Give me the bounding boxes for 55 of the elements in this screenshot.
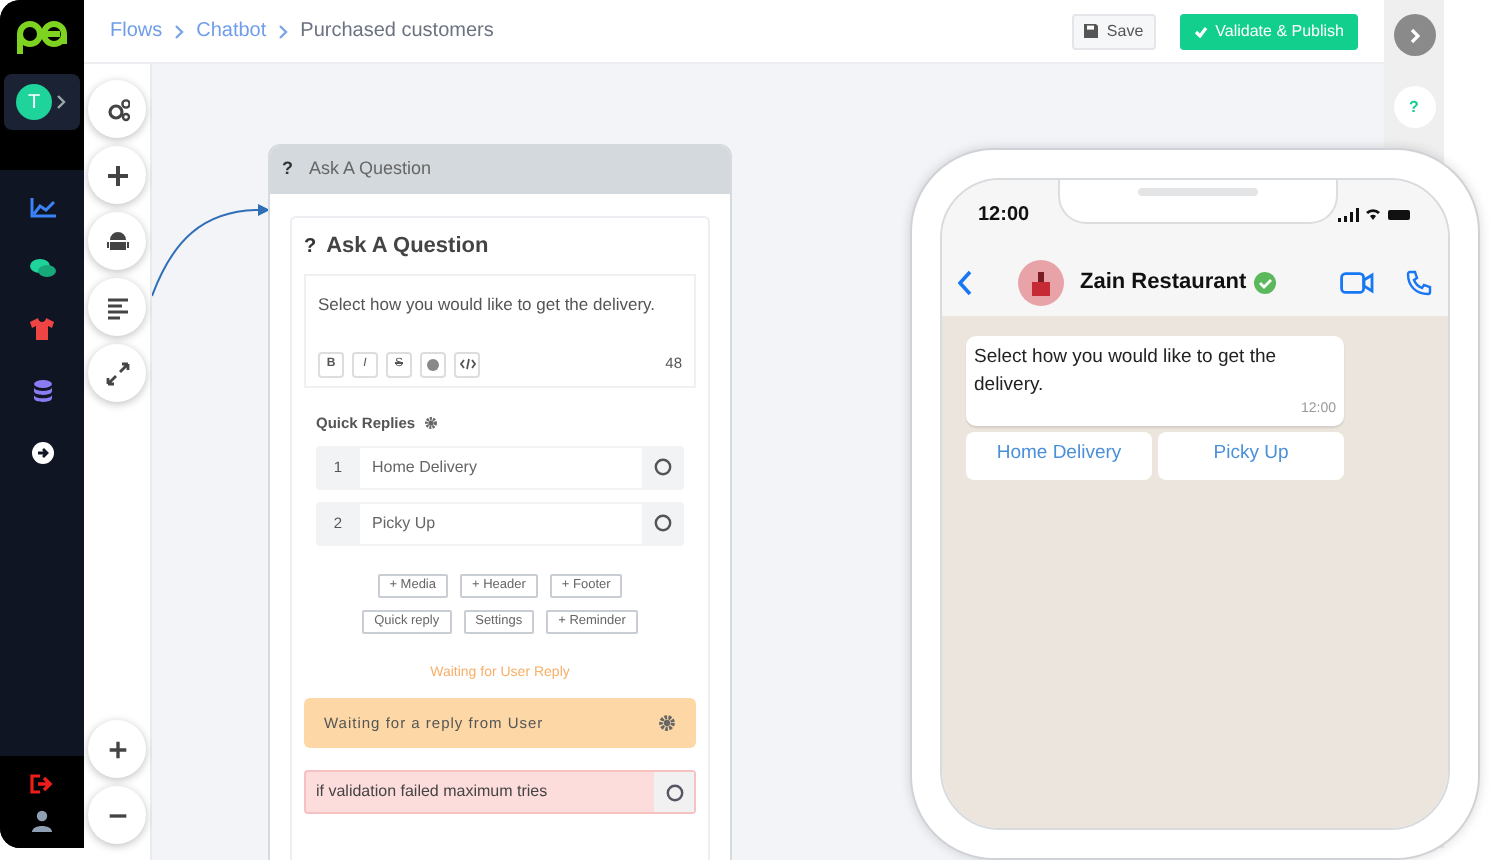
align-left-button[interactable]: [88, 278, 146, 336]
gear-icon: [423, 415, 438, 430]
plus-icon: [105, 163, 129, 187]
zoom-in-button[interactable]: [88, 720, 146, 778]
question-icon: ?: [282, 156, 293, 184]
android-button[interactable]: [88, 212, 146, 270]
circle-icon[interactable]: [654, 458, 672, 477]
check-icon: [1193, 25, 1208, 37]
save-button[interactable]: Save: [1072, 13, 1156, 49]
phone-icon[interactable]: [1406, 270, 1432, 296]
question-title: Ask A Question: [326, 232, 489, 262]
validation-text: if validation failed maximum tries: [314, 780, 550, 805]
message-text: Select how you would like to get the delivery.: [974, 344, 1279, 400]
code-button[interactable]: [454, 351, 480, 377]
expand-icon: [105, 361, 129, 385]
chevron-right-icon[interactable]: [56, 94, 66, 110]
zoom-in-icon: [107, 739, 127, 759]
reply-label: Picky Up: [360, 503, 642, 544]
user-icon[interactable]: [32, 809, 52, 831]
chevron-right-icon: [174, 23, 185, 39]
expand-button[interactable]: [88, 344, 146, 402]
question-node[interactable]: [268, 144, 732, 860]
circle-icon[interactable]: [665, 783, 683, 802]
chat-reply-button[interactable]: Home Delivery: [966, 431, 1152, 479]
arrow-circle-icon[interactable]: [31, 442, 53, 464]
contact-name: Zain Restaurant: [1080, 268, 1247, 299]
database-icon[interactable]: [33, 380, 51, 402]
chat-reply-button[interactable]: Picky Up: [1158, 431, 1344, 479]
emoji-button[interactable]: [420, 351, 446, 377]
gear-icon[interactable]: [658, 714, 676, 733]
sign-out-icon[interactable]: [30, 773, 54, 793]
breadcrumb-current: Purchased customers: [300, 18, 494, 46]
chevron-right-icon: [278, 23, 289, 39]
code-icon: [459, 358, 475, 370]
chevron-right-icon: [1409, 27, 1419, 43]
align-left-icon: [105, 295, 129, 319]
plus-button[interactable]: [88, 146, 146, 204]
logo-icon[interactable]: [16, 16, 68, 56]
chat-bubbles-icon[interactable]: [29, 258, 55, 278]
back-icon[interactable]: [958, 270, 972, 296]
collapse-button[interactable]: [1393, 14, 1435, 56]
android-icon: [105, 229, 129, 253]
gears-icon: [105, 97, 129, 121]
status-icons: [1338, 208, 1412, 222]
status-time: 12:00: [978, 202, 1030, 230]
gears-button[interactable]: [88, 80, 146, 138]
circle-icon[interactable]: [654, 514, 672, 533]
question-icon: ?: [304, 231, 317, 262]
node-header-title: Ask A Question: [309, 156, 432, 183]
connector-arrow: [152, 202, 270, 298]
line-chart-icon[interactable]: [29, 198, 55, 218]
reply-label: Home Delivery: [360, 447, 642, 488]
video-camera-icon[interactable]: [1340, 272, 1374, 294]
message-text: Select how you would like to get the delivery.: [318, 291, 658, 317]
shirt-icon[interactable]: [30, 318, 54, 340]
